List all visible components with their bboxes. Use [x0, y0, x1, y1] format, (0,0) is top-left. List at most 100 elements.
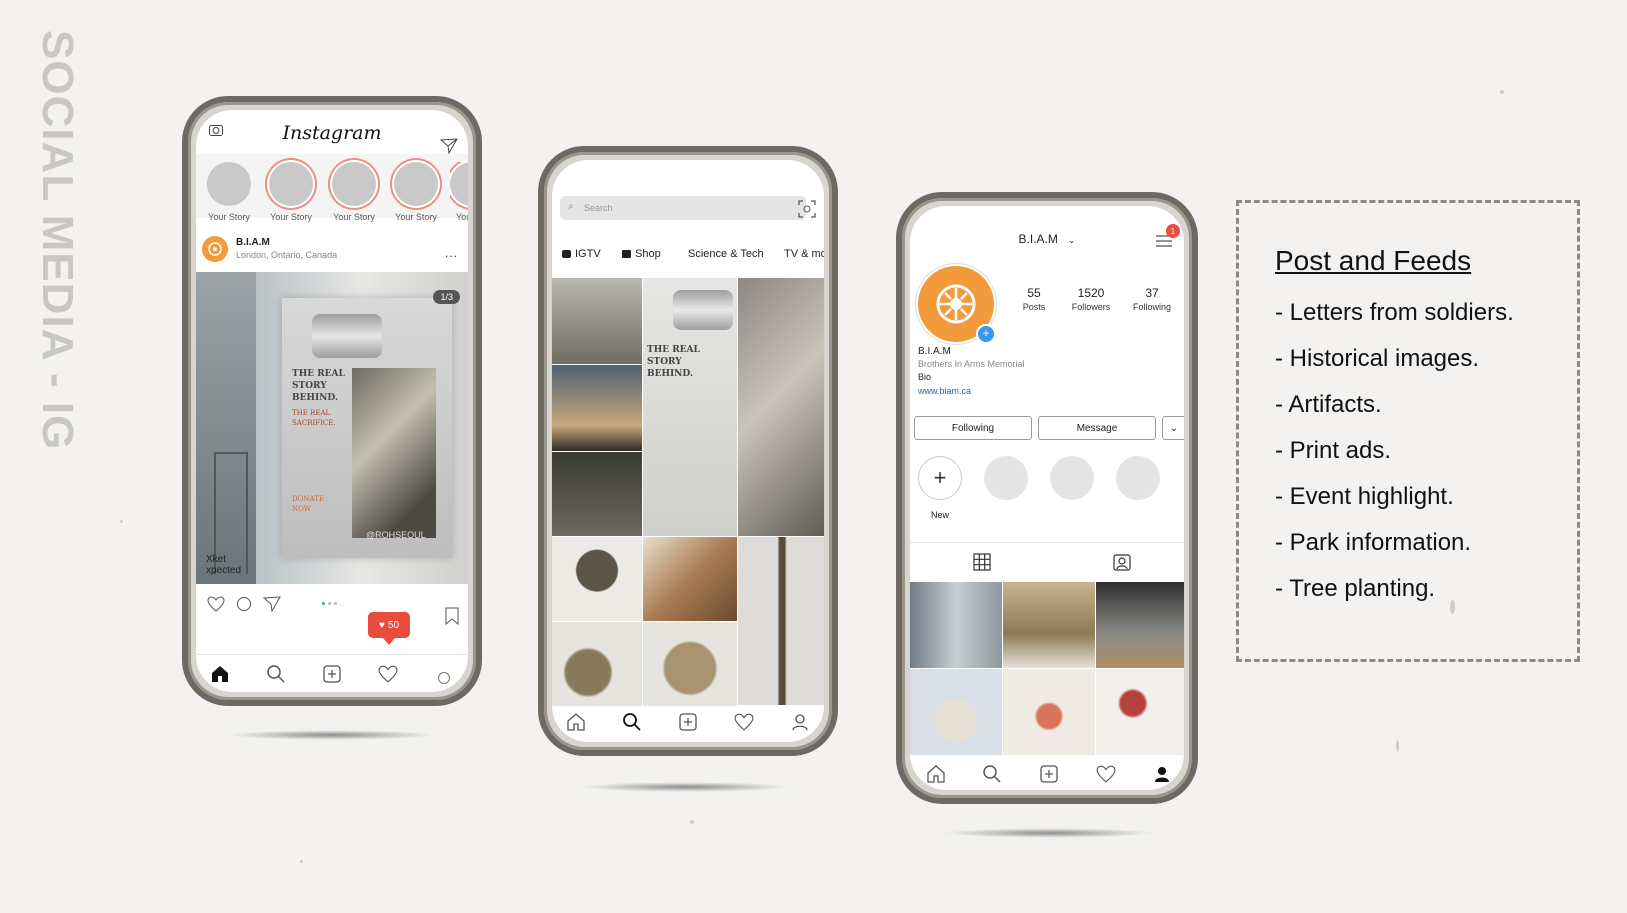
- profile-grid-tile[interactable]: [1096, 582, 1184, 668]
- phone-shadow: [580, 782, 790, 792]
- bg-speck: [690, 820, 694, 824]
- add-story-icon[interactable]: +: [976, 324, 996, 344]
- story-item[interactable]: Your Story: [327, 162, 381, 222]
- profile-subtitle: Brothers In Arms Memorial: [918, 359, 1025, 369]
- search-icon[interactable]: [264, 662, 288, 686]
- post-image[interactable]: THE REAL STORY BEHIND. THE REAL SACRIFIC…: [196, 272, 468, 584]
- explore-screen: ⌕ Search IGTV Shop Science & Tech TV & m…: [552, 160, 824, 742]
- new-highlight-label: New: [930, 510, 949, 520]
- scan-icon[interactable]: [796, 198, 818, 220]
- app-logo: Instagram: [282, 122, 382, 144]
- profile-icon[interactable]: [432, 666, 456, 690]
- activity-icon[interactable]: [732, 710, 756, 734]
- suggestions-button[interactable]: ⌄: [1162, 416, 1184, 440]
- add-post-icon[interactable]: [1037, 762, 1061, 786]
- poster-cta: DONATE NOW: [292, 495, 324, 513]
- share-icon[interactable]: [262, 594, 282, 614]
- slide-title-text: SOCIAL MEDIA - IG: [33, 30, 82, 451]
- grid-tile-poster[interactable]: THE REAL STORY BEHIND.: [643, 278, 737, 536]
- nav-divider: [196, 654, 468, 655]
- post-username[interactable]: B.I.A.M: [236, 237, 270, 248]
- grid-tile-helmet[interactable]: [552, 537, 642, 621]
- scroll-graphic: [312, 314, 382, 358]
- notes-heading: Post and Feeds: [1275, 245, 1472, 276]
- grid-tile[interactable]: [552, 365, 642, 451]
- post-location[interactable]: London, Ontario, Canada: [236, 250, 337, 260]
- bubble-pointer: [383, 638, 395, 645]
- stat-posts[interactable]: 55 Posts: [1016, 286, 1052, 312]
- profile-grid-tile[interactable]: [910, 582, 1002, 668]
- grid-tile-bag[interactable]: [643, 622, 737, 706]
- grid-view-icon[interactable]: [970, 550, 994, 574]
- grid-tile-statue[interactable]: [738, 278, 824, 536]
- maple-logo-icon: [936, 284, 976, 324]
- profile-grid-tile[interactable]: [910, 669, 1002, 755]
- bookmark-icon[interactable]: [442, 606, 462, 626]
- direct-message-icon[interactable]: [438, 136, 460, 156]
- add-post-icon[interactable]: [320, 662, 344, 686]
- heart-icon: ♥: [378, 619, 385, 631]
- category-shop[interactable]: Shop: [622, 248, 661, 260]
- search-placeholder: Search: [584, 203, 613, 213]
- profile-icon[interactable]: [1150, 762, 1174, 786]
- grid-tile-rifle[interactable]: [738, 537, 824, 705]
- following-button[interactable]: Following: [914, 416, 1032, 440]
- shop-bag-icon: [622, 250, 631, 258]
- profile-link[interactable]: www.biam.ca: [918, 386, 971, 396]
- slide-title: SOCIAL MEDIA - IG: [33, 30, 94, 470]
- search-icon[interactable]: [980, 762, 1004, 786]
- notification-badge: 1: [1166, 224, 1180, 238]
- home-icon[interactable]: [924, 762, 948, 786]
- phone-shadow: [944, 828, 1154, 838]
- profile-bio: Bio: [918, 372, 932, 382]
- notes-item: - Print ads.: [1275, 437, 1392, 464]
- grid-tile[interactable]: [552, 278, 642, 364]
- notes-item: - Park information.: [1275, 529, 1472, 556]
- activity-icon[interactable]: [376, 662, 400, 686]
- category-science-tech[interactable]: Science & Tech: [688, 248, 764, 260]
- profile-name: B.I.A.M: [918, 346, 951, 357]
- notes-item: - Event highlight.: [1275, 483, 1454, 510]
- soldier-photo: [352, 368, 436, 538]
- profile-grid-tile[interactable]: [1003, 582, 1095, 668]
- notes-item: - Tree planting.: [1275, 575, 1436, 602]
- highlight-item[interactable]: [984, 456, 1028, 500]
- category-igtv[interactable]: IGTV: [562, 248, 601, 260]
- stat-following[interactable]: 37 Following: [1128, 286, 1176, 312]
- category-tv[interactable]: TV & mo: [784, 248, 824, 260]
- new-highlight-button[interactable]: +: [918, 456, 962, 500]
- profile-username-header[interactable]: B.I.A.M ⌄: [910, 232, 1184, 246]
- notes-item: - Letters from soldiers.: [1275, 299, 1514, 326]
- profile-grid-tile[interactable]: [1096, 669, 1184, 755]
- grid-tile[interactable]: [552, 452, 642, 536]
- highlight-item[interactable]: [1116, 456, 1160, 500]
- profile-grid-tile[interactable]: [1003, 669, 1095, 755]
- story-item[interactable]: Your Story: [389, 162, 443, 222]
- profile-icon[interactable]: [788, 710, 812, 734]
- grid-tile-painting[interactable]: [643, 537, 737, 621]
- story-item[interactable]: Your Story: [202, 162, 256, 222]
- story-item[interactable]: Your: [450, 162, 468, 222]
- chevron-down-icon: ⌄: [1067, 235, 1076, 245]
- message-button[interactable]: Message: [1038, 416, 1156, 440]
- bg-speck: [1500, 90, 1504, 94]
- search-icon[interactable]: [620, 710, 644, 734]
- activity-icon[interactable]: [1094, 762, 1118, 786]
- post-options-icon[interactable]: ...: [445, 246, 458, 260]
- highlight-item[interactable]: [1050, 456, 1094, 500]
- comment-icon[interactable]: [234, 594, 254, 614]
- chevron-down-icon: ⌄: [1169, 422, 1179, 434]
- grid-tile-gasmask[interactable]: [552, 622, 642, 706]
- phone-explore: ⌕ Search IGTV Shop Science & Tech TV & m…: [538, 146, 838, 756]
- like-icon[interactable]: [206, 594, 226, 614]
- search-input[interactable]: ⌕ Search: [560, 196, 806, 220]
- post-avatar[interactable]: [202, 236, 228, 262]
- stat-followers[interactable]: 1520 Followers: [1066, 286, 1116, 312]
- home-icon[interactable]: [564, 710, 588, 734]
- story-item[interactable]: Your Story: [264, 162, 318, 222]
- home-icon[interactable]: [208, 662, 232, 686]
- tagged-icon[interactable]: [1110, 550, 1134, 574]
- bg-speck: [300, 860, 303, 863]
- bg-speck: [120, 520, 123, 523]
- add-post-icon[interactable]: [676, 710, 700, 734]
